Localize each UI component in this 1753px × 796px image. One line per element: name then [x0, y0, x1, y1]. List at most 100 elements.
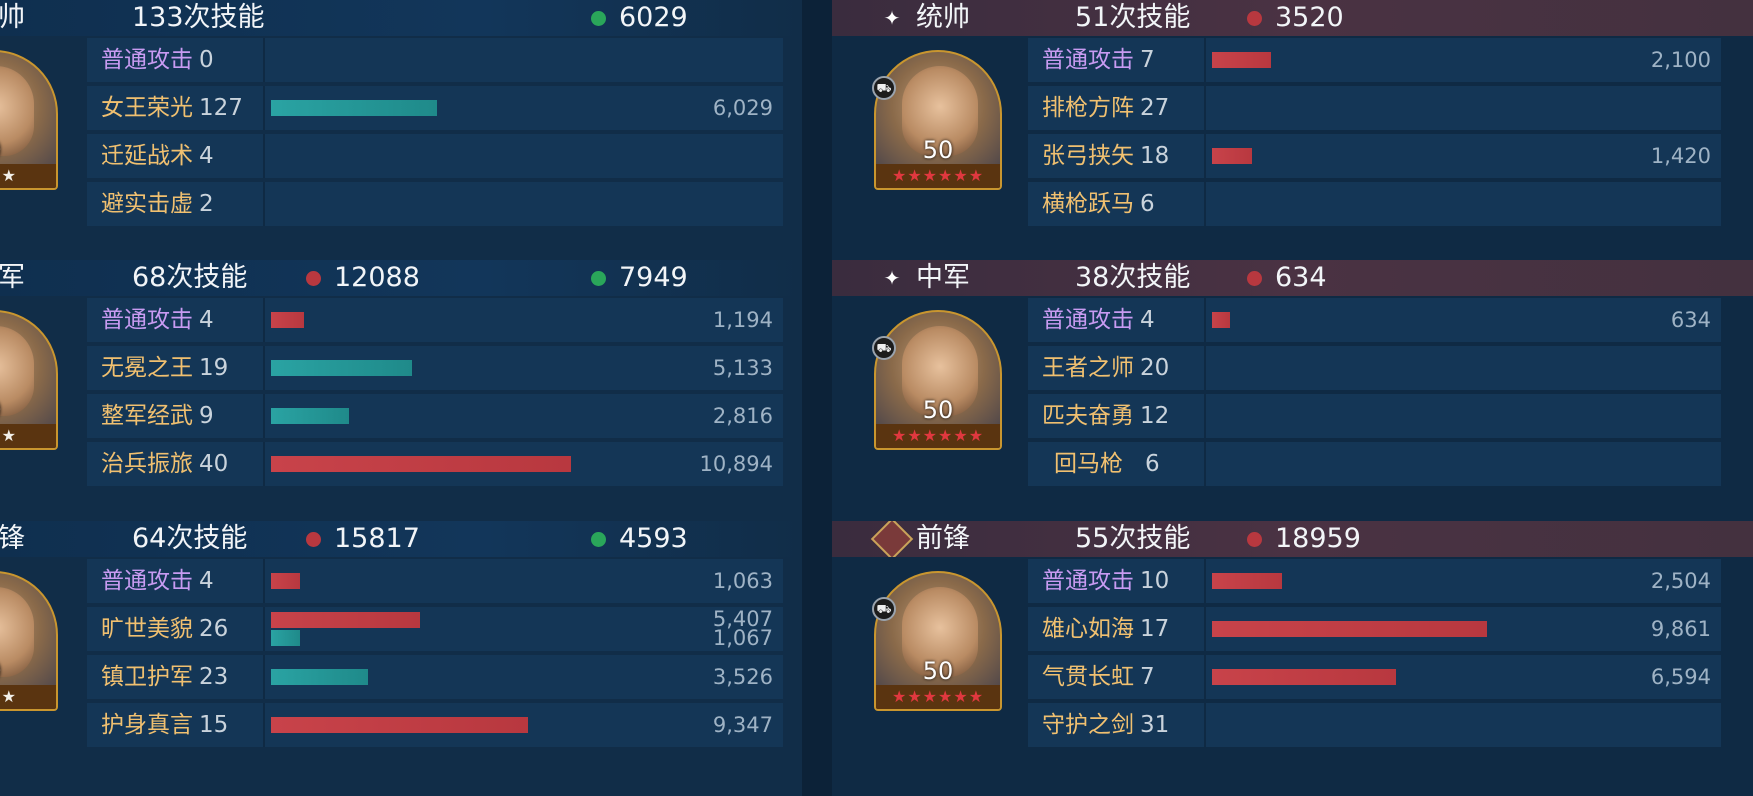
row-separator	[1204, 298, 1206, 342]
row-separator	[1204, 182, 1206, 226]
general-portrait[interactable]: 50 ★★★★★★	[874, 310, 1002, 450]
skill-name: 张弓挟矢 18	[1042, 134, 1169, 178]
row-separator	[263, 559, 265, 603]
damage-bar	[1212, 52, 1271, 68]
damage-value: 3520	[1275, 2, 1344, 33]
sparkle-icon: ✦	[883, 266, 901, 290]
heal-value: 6029	[619, 2, 688, 33]
skill-row: 普通攻击 10 2,504	[1028, 559, 1721, 603]
damage-number: 10,894	[699, 452, 773, 476]
skill-uses: 10	[1140, 568, 1170, 594]
skill-uses: 127	[199, 95, 243, 121]
block-header: 前锋 55次技能 18959	[832, 521, 1753, 557]
damage-bar	[1212, 621, 1487, 637]
skill-label: 普通攻击	[101, 568, 193, 594]
row-separator	[1204, 442, 1206, 486]
general-portrait[interactable]: 0★★★	[0, 571, 58, 711]
left-block-1: 帅133次技能60290★★★普通攻击0女王荣光1276,029迁延战术4避实击…	[0, 0, 802, 260]
skill-row: 普通攻击 7 2,100	[1028, 38, 1721, 82]
skill-name: 迁延战术 4	[101, 134, 214, 178]
skill-label: 避实击虚	[101, 191, 193, 217]
damage-number: 6,029	[712, 96, 773, 120]
skill-name: 旷世美貌 26	[101, 607, 228, 651]
skill-row: 普通攻击 0	[87, 38, 783, 82]
general-portrait[interactable]: 50 ★★★★★★	[874, 571, 1002, 711]
role-name: 前锋	[916, 523, 970, 554]
row-separator	[1204, 346, 1206, 390]
damage-bar	[271, 573, 300, 589]
heal-bar	[271, 100, 437, 116]
damage-stat: 18959	[1247, 521, 1361, 557]
skill-row: 护身真言 15 9,347	[87, 703, 783, 747]
general-portrait[interactable]: 0★★★	[0, 310, 58, 450]
left-panel: 帅133次技能60290★★★普通攻击0女王荣光1276,029迁延战术4避实击…	[0, 0, 802, 796]
skill-row: 雄心如海 17 9,861	[1028, 607, 1721, 651]
row-separator	[263, 442, 265, 486]
block-header: ✦ 中军 38次技能 634	[832, 260, 1753, 296]
block-header: 帅 133次技能 6029	[0, 0, 802, 36]
heal-stat: 6029	[591, 0, 688, 36]
right-block-3: 前锋 55次技能 18959 50 ★★★★★★ ⛟ 普通攻击 10 2,504 雄心如海 17 9,…	[832, 521, 1753, 796]
row-separator	[1204, 655, 1206, 699]
general-level: 50	[922, 136, 954, 164]
damage-number: 634	[1670, 308, 1711, 332]
role-name: 帅	[0, 2, 25, 33]
skill-label: 匹夫奋勇	[1042, 403, 1134, 429]
skill-uses: 26	[199, 616, 229, 642]
heal-stat: 7949	[591, 260, 688, 296]
row-separator	[263, 38, 265, 82]
damage-bar	[1212, 312, 1230, 328]
row-separator	[263, 655, 265, 699]
skill-row: 旷世美貌 26 5,407 1,067	[87, 607, 783, 651]
skill-name: 整军经武 9	[101, 394, 214, 438]
damage-stat: 3520	[1247, 0, 1344, 36]
role-name: 军	[0, 262, 25, 293]
skill-name: 排枪方阵 27	[1042, 86, 1169, 130]
skill-uses: 9	[199, 403, 214, 429]
red-dot-icon	[1247, 10, 1262, 26]
row-separator	[263, 607, 265, 651]
skill-row: 回马枪 6	[1028, 442, 1721, 486]
damage-number: 6,594	[1650, 665, 1711, 689]
skill-count: 64次技能	[132, 523, 248, 554]
skill-label: 普通攻击	[101, 307, 193, 333]
green-dot-icon	[591, 10, 606, 26]
heal-bar	[271, 360, 412, 376]
row-separator	[1204, 86, 1206, 130]
skill-uses: 31	[1140, 712, 1170, 738]
damage-bar	[271, 717, 528, 733]
damage-value: 634	[1275, 262, 1327, 293]
sword-diamond-icon	[870, 521, 914, 557]
damage-number: 5,133	[712, 356, 773, 380]
heal-bar	[271, 630, 300, 646]
damage-value: 18959	[1275, 523, 1361, 554]
damage-bar	[1212, 573, 1282, 589]
skill-uses: 0	[199, 47, 214, 73]
damage-number: 2,100	[1650, 48, 1711, 72]
skill-row: 普通攻击 4 1,194	[87, 298, 783, 342]
right-panel: ✦ 统帅 51次技能 3520 50 ★★★★★★ ⛟ 普通攻击 7 2,100 排枪方阵 27 张弓挟…	[832, 0, 1753, 796]
damage-value: 15817	[334, 523, 420, 554]
damage-stat: 12088	[306, 260, 420, 296]
damage-number: 1,063	[712, 569, 773, 593]
sparkle-icon: ✦	[883, 6, 901, 30]
skill-name: 无冕之王 19	[101, 346, 228, 390]
general-portrait[interactable]: 0★★★	[0, 50, 58, 190]
role-name: 锋	[0, 523, 25, 554]
skill-name: 回马枪 6	[1054, 442, 1160, 486]
row-separator	[263, 182, 265, 226]
skill-label: 横枪跃马	[1042, 191, 1134, 217]
skill-name: 普通攻击 4	[1042, 298, 1155, 342]
row-separator	[263, 703, 265, 747]
general-portrait[interactable]: 50 ★★★★★★	[874, 50, 1002, 190]
skill-row: 气贯长虹 7 6,594	[1028, 655, 1721, 699]
skill-label: 治兵振旅	[101, 451, 193, 477]
skill-uses: 12	[1140, 403, 1170, 429]
green-dot-icon	[591, 270, 606, 286]
star-rating: ★★★★★★	[876, 424, 1000, 448]
damage-bar	[271, 312, 304, 328]
skill-row: 横枪跃马 6	[1028, 182, 1721, 226]
skill-name: 普通攻击 0	[101, 38, 214, 82]
damage-bar	[271, 612, 420, 628]
skill-row: 排枪方阵 27	[1028, 86, 1721, 130]
